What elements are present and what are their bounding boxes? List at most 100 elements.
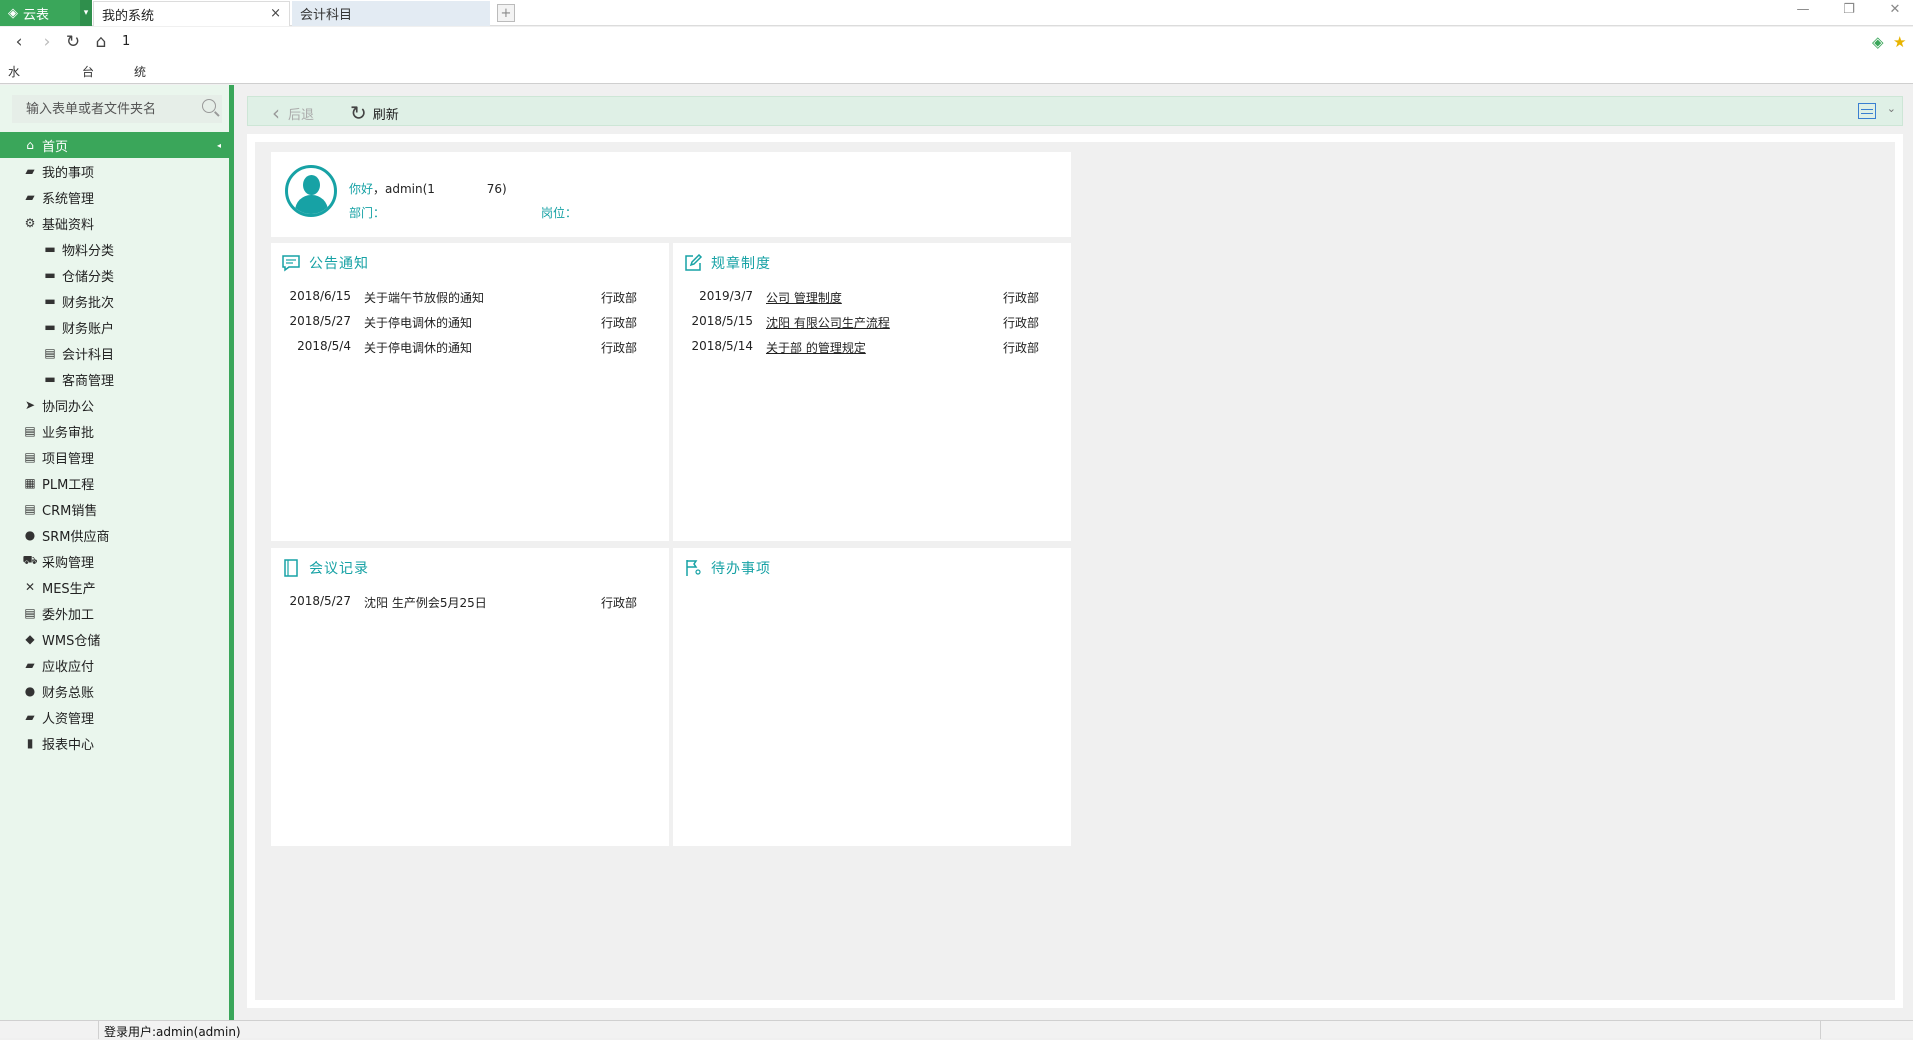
sidebar-item[interactable]: ▦ PLM工程 bbox=[0, 470, 229, 496]
home-nav-icon[interactable]: ⌂ bbox=[90, 31, 112, 53]
sidebar-item[interactable]: ▬ 客商管理 bbox=[0, 366, 229, 392]
bar-chart-icon: ▮ bbox=[26, 736, 34, 750]
panel-title: 公告通知 bbox=[281, 253, 369, 273]
sidebar-item[interactable]: ▰ 人资管理 bbox=[0, 704, 229, 730]
sidebar-item-label: 财务总账 bbox=[42, 685, 95, 701]
favorite-star-icon[interactable]: ★ bbox=[1893, 33, 1906, 51]
sidebar-menu: ⌂ 首页 ◂ ▰ 我的事项 ▰ 系统管理 ⚙ 基础资料 ▬ 物料分类 ▬ 仓储分类 ▬ 财务批次 ▬ 财务账户 ▤… bbox=[0, 132, 229, 756]
sidebar-item[interactable]: ⚙ 基础资料 bbox=[0, 210, 229, 236]
sidebar-item[interactable]: ▤ 项目管理 bbox=[0, 444, 229, 470]
list-item[interactable]: 2018/5/15 沈阳 有限公司生产流程 行政部 bbox=[673, 310, 1071, 335]
refresh-button[interactable]: ↻ 刷新 bbox=[350, 101, 399, 125]
list-item[interactable]: 2018/5/27 关于停电调休的通知 行政部 bbox=[271, 310, 669, 335]
brand-menu-button[interactable]: ◈ 云表 bbox=[0, 0, 80, 26]
browser-tab-my-system[interactable]: 我的系统 × bbox=[93, 1, 290, 26]
list-icon: ▤ bbox=[24, 502, 36, 516]
sidebar-item[interactable]: ● 财务总账 bbox=[0, 678, 229, 704]
sidebar-item[interactable]: ⌂ 首页 ◂ bbox=[0, 132, 229, 158]
extension-icon[interactable]: ◈ bbox=[1872, 33, 1884, 51]
item-title-link[interactable]: 公司 管理制度 bbox=[766, 289, 842, 306]
close-window-icon[interactable]: ✕ bbox=[1880, 2, 1910, 17]
book-icon bbox=[281, 558, 301, 578]
item-title-link[interactable]: 沈阳 生产例会5月25日 bbox=[364, 594, 487, 611]
panel-title-text: 公告通知 bbox=[309, 256, 369, 272]
item-title-link[interactable]: 沈阳 有限公司生产流程 bbox=[766, 314, 890, 331]
user-icon: ● bbox=[24, 528, 36, 542]
brand-dropdown-icon[interactable]: ▾ bbox=[80, 0, 92, 26]
bookmark-item[interactable]: 统 bbox=[134, 63, 146, 80]
layout-icon[interactable] bbox=[1858, 103, 1876, 119]
item-department: 行政部 bbox=[601, 291, 638, 305]
sidebar-item[interactable]: ▰ 应收应付 bbox=[0, 652, 229, 678]
reload-icon[interactable]: ↻ bbox=[62, 31, 84, 53]
search-input[interactable] bbox=[12, 95, 192, 123]
content-canvas: 你好，admin(1 76) 部门： 岗位： 公告通知 2018/6/15 关于端… bbox=[247, 134, 1903, 1008]
user-info-card: 你好，admin(1 76) 部门： 岗位： bbox=[271, 152, 1071, 237]
dept-label: 部门： bbox=[349, 206, 386, 220]
item-title-link[interactable]: 关于停电调休的通知 bbox=[364, 314, 472, 331]
sidebar-item[interactable]: ▤ 会计科目 bbox=[0, 340, 229, 366]
sidebar-item[interactable]: ▤ 业务审批 bbox=[0, 418, 229, 444]
sidebar-item[interactable]: ▬ 财务批次 bbox=[0, 288, 229, 314]
back-nav-icon[interactable]: ‹ bbox=[8, 31, 30, 53]
url-field[interactable]: 1 bbox=[122, 34, 130, 49]
bookmark-item[interactable]: 台 bbox=[82, 63, 94, 80]
sidebar-item[interactable]: ⛟ 采购管理 bbox=[0, 548, 229, 574]
back-button[interactable]: ‹ 后退 bbox=[272, 101, 314, 125]
item-date: 2018/5/27 bbox=[289, 314, 351, 328]
avatar-body bbox=[295, 195, 328, 214]
card-icon: ▬ bbox=[44, 372, 56, 386]
sidebar-item[interactable]: ▮ 报表中心 bbox=[0, 730, 229, 756]
sidebar-item-label: 项目管理 bbox=[42, 451, 95, 467]
sidebar-item[interactable]: ▬ 财务账户 bbox=[0, 314, 229, 340]
sidebar-item[interactable]: ● SRM供应商 bbox=[0, 522, 229, 548]
browser-tab-label: 我的系统 bbox=[102, 8, 155, 24]
sidebar-item[interactable]: ✕ MES生产 bbox=[0, 574, 229, 600]
table-icon: ▦ bbox=[24, 476, 36, 490]
panel-title: 会议记录 bbox=[281, 558, 369, 578]
sidebar-item[interactable]: ➤ 协同办公 bbox=[0, 392, 229, 418]
minimize-icon[interactable]: — bbox=[1788, 2, 1818, 17]
list-item[interactable]: 2018/5/14 关于部 的管理规定 行政部 bbox=[673, 335, 1071, 360]
sidebar-item[interactable]: ▤ CRM销售 bbox=[0, 496, 229, 522]
sidebar-item-label: 协同办公 bbox=[42, 399, 95, 415]
sidebar-item[interactable]: ▤ 委外加工 bbox=[0, 600, 229, 626]
close-icon[interactable]: × bbox=[270, 6, 281, 21]
sidebar-item-label: 基础资料 bbox=[42, 217, 95, 233]
sidebar-item-label: 系统管理 bbox=[42, 191, 95, 207]
user-name: ，admin(1 bbox=[373, 182, 435, 196]
chevron-down-icon[interactable]: ⌄ bbox=[1887, 102, 1896, 115]
sidebar-item[interactable]: ▬ 仓储分类 bbox=[0, 262, 229, 288]
sidebar-item-label: 物料分类 bbox=[62, 243, 115, 259]
rules-list: 2019/3/7 公司 管理制度 行政部 2018/5/15 沈阳 有限公司生产流程 行政… bbox=[673, 285, 1071, 360]
item-title-link[interactable]: 关于停电调休的通知 bbox=[364, 339, 472, 356]
chat-bubble-icon bbox=[281, 253, 301, 273]
forward-nav-icon[interactable]: › bbox=[36, 31, 58, 53]
list-item[interactable]: 2019/3/7 公司 管理制度 行政部 bbox=[673, 285, 1071, 310]
sidebar-item[interactable]: ▰ 系统管理 bbox=[0, 184, 229, 210]
sidebar-item[interactable]: ▬ 物料分类 bbox=[0, 236, 229, 262]
bookmark-item[interactable]: 水 bbox=[8, 63, 20, 80]
item-title-link[interactable]: 关于端午节放假的通知 bbox=[364, 289, 484, 306]
sidebar-item[interactable]: ▰ 我的事项 bbox=[0, 158, 229, 184]
new-tab-button[interactable]: + bbox=[497, 4, 515, 22]
meeting-panel: 会议记录 2018/5/27 沈阳 生产例会5月25日 行政部 bbox=[271, 548, 669, 846]
chevron-left-icon: ‹ bbox=[272, 101, 280, 125]
brand-label: 云表 bbox=[23, 7, 50, 23]
caret-left-icon: ◂ bbox=[216, 140, 221, 150]
list-item[interactable]: 2018/5/27 沈阳 生产例会5月25日 行政部 bbox=[271, 590, 669, 615]
search-icon[interactable] bbox=[202, 99, 216, 113]
browser-tab-accounting[interactable]: 会计科目 bbox=[292, 1, 490, 26]
panel-title-text: 会议记录 bbox=[309, 561, 369, 577]
restore-icon[interactable]: ❐ bbox=[1834, 2, 1864, 17]
list-item[interactable]: 2018/6/15 关于端午节放假的通知 行政部 bbox=[271, 285, 669, 310]
sidebar-divider[interactable] bbox=[229, 85, 234, 1020]
list-item[interactable]: 2018/5/4 关于停电调休的通知 行政部 bbox=[271, 335, 669, 360]
sidebar-item[interactable]: ◆ WMS仓储 bbox=[0, 626, 229, 652]
item-title-link[interactable]: 关于部 的管理规定 bbox=[766, 339, 866, 356]
wallet-icon: ▰ bbox=[25, 658, 35, 672]
content-toolbar: ‹ 后退 ↻ 刷新 ⌄ bbox=[247, 96, 1903, 126]
item-department: 行政部 bbox=[601, 341, 638, 355]
notice-list: 2018/6/15 关于端午节放假的通知 行政部 2018/5/27 关于停电调休的通知… bbox=[271, 285, 669, 360]
sidebar-item-label: SRM供应商 bbox=[42, 529, 110, 545]
